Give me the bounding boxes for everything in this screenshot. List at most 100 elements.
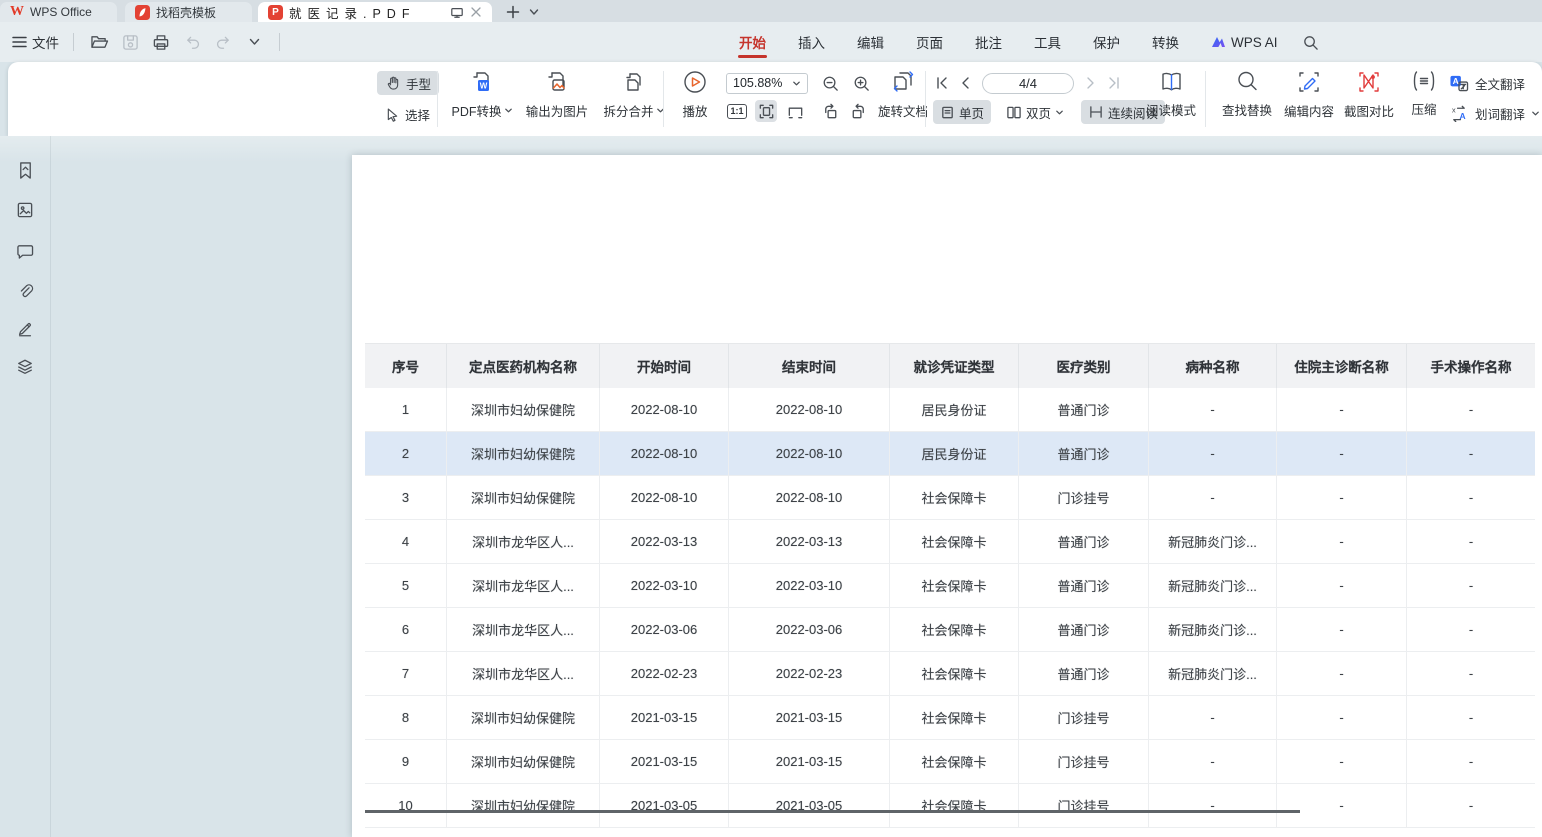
- first-page-icon[interactable]: [933, 72, 951, 94]
- file-menu-button[interactable]: 文件: [12, 32, 59, 52]
- bookmark-panel-icon[interactable]: [12, 157, 38, 183]
- table-cell: 4: [365, 520, 447, 563]
- select-tool-label: 选择: [405, 105, 430, 124]
- word-translate-button[interactable]: x A 划词翻译: [1449, 100, 1540, 126]
- screenshot-compare-label: 截图对比: [1344, 101, 1394, 120]
- read-mode-button[interactable]: 阅读模式: [1142, 62, 1200, 129]
- table-header-cell: 定点医药机构名称: [447, 344, 600, 388]
- menu-item-home[interactable]: 开始: [738, 22, 767, 62]
- table-cell: -: [1407, 564, 1535, 607]
- page-indicator-box[interactable]: 4/4: [982, 73, 1074, 94]
- hand-icon: [385, 75, 401, 91]
- next-page-icon[interactable]: [1082, 72, 1100, 94]
- menu-item-protect[interactable]: 保护: [1092, 22, 1121, 62]
- comment-panel-icon[interactable]: [12, 238, 38, 264]
- full-translate-button[interactable]: A 全文翻译: [1449, 70, 1540, 96]
- edit-content-label: 编辑内容: [1284, 101, 1334, 120]
- zoom-out-icon[interactable]: [819, 72, 841, 94]
- fit-width-button[interactable]: [784, 100, 806, 122]
- zoom-in-icon[interactable]: [850, 72, 872, 94]
- table-cell: 深圳市妇幼保健院: [447, 784, 600, 827]
- print-icon[interactable]: [150, 31, 172, 53]
- table-cell: 门诊挂号: [1019, 696, 1149, 739]
- wps-ai-button[interactable]: WPS AI: [1210, 35, 1278, 50]
- wps-logo-icon: W: [10, 4, 24, 20]
- menu-item-insert[interactable]: 插入: [797, 22, 826, 62]
- menu-item-tools[interactable]: 工具: [1033, 22, 1062, 62]
- select-tool-button[interactable]: 选择: [377, 102, 439, 126]
- table-cell: 2022-08-10: [600, 432, 729, 475]
- compress-icon: [1411, 69, 1437, 93]
- table-cell: 2021-03-15: [729, 696, 890, 739]
- table-row: 5深圳市龙华区人...2022-03-102022-03-10社会保障卡普通门诊…: [365, 564, 1535, 608]
- table-cell: -: [1277, 520, 1407, 563]
- table-row: 6深圳市龙华区人...2022-03-062022-03-06社会保障卡普通门诊…: [365, 608, 1535, 652]
- table-cell: 10: [365, 784, 447, 827]
- close-tab-icon[interactable]: [470, 6, 482, 18]
- compress-button[interactable]: 压缩: [1401, 62, 1447, 129]
- layers-panel-icon[interactable]: [12, 354, 38, 380]
- zoom-level-dropdown[interactable]: 105.88%: [726, 73, 808, 94]
- tab-docer-templates[interactable]: 找稻壳模板: [125, 2, 252, 22]
- double-page-icon: [1006, 105, 1022, 120]
- word-translate-label: 划词翻译: [1475, 104, 1525, 123]
- table-cell: -: [1277, 476, 1407, 519]
- table-cell: 社会保障卡: [890, 564, 1019, 607]
- presentation-monitor-icon[interactable]: [450, 6, 464, 19]
- table-cell: 2021-03-05: [729, 784, 890, 827]
- table-header-cell: 结束时间: [729, 344, 890, 388]
- find-replace-button[interactable]: 查找替换: [1217, 62, 1277, 129]
- tab-document-active[interactable]: P 就医记录.PDF: [258, 2, 492, 22]
- menubar-search-icon[interactable]: [1302, 34, 1319, 51]
- fit-page-button[interactable]: [755, 100, 777, 122]
- undo-icon[interactable]: [181, 31, 203, 53]
- export-image-button[interactable]: 输出为图片: [519, 62, 595, 129]
- open-file-icon[interactable]: [88, 31, 110, 53]
- table-cell: -: [1277, 608, 1407, 651]
- signature-panel-icon[interactable]: [12, 316, 38, 342]
- menu-item-edit[interactable]: 编辑: [856, 22, 885, 62]
- table-cell: 新冠肺炎门诊...: [1149, 608, 1277, 651]
- play-button[interactable]: 播放: [672, 62, 718, 129]
- split-merge-button[interactable]: 拆分合并: [595, 62, 673, 129]
- chevron-down-icon: [1055, 108, 1064, 117]
- rotate-right-icon[interactable]: [847, 100, 869, 122]
- menu-item-page[interactable]: 页面: [915, 22, 944, 62]
- hand-tool-button[interactable]: 手型: [377, 71, 439, 95]
- table-row: 8深圳市妇幼保健院2021-03-152021-03-15社会保障卡门诊挂号--…: [365, 696, 1535, 740]
- previous-page-icon[interactable]: [956, 72, 974, 94]
- table-cell: 2022-03-10: [729, 564, 890, 607]
- pdf-convert-button[interactable]: W PDF转换: [445, 62, 519, 129]
- table-cell: -: [1149, 784, 1277, 827]
- double-page-button[interactable]: 双页: [999, 100, 1071, 124]
- tab-list-chevron-icon[interactable]: [529, 8, 539, 16]
- tab-wps-office[interactable]: W WPS Office: [0, 2, 117, 22]
- single-page-icon: [940, 105, 955, 120]
- table-cell: 2022-08-10: [729, 476, 890, 519]
- screenshot-compare-button[interactable]: 截图对比: [1339, 62, 1399, 129]
- single-page-button[interactable]: 单页: [933, 100, 991, 124]
- table-cell: -: [1149, 696, 1277, 739]
- table-row: 1深圳市妇幼保健院2022-08-102022-08-10居民身份证普通门诊--…: [365, 388, 1535, 432]
- quick-access-chevron-icon[interactable]: [243, 31, 265, 53]
- table-cell: 普通门诊: [1019, 608, 1149, 651]
- divider: [279, 33, 280, 51]
- save-icon[interactable]: [119, 31, 141, 53]
- rotate-document-button[interactable]: 旋转文档: [874, 62, 932, 129]
- last-page-icon[interactable]: [1105, 72, 1123, 94]
- actual-size-button[interactable]: 1:1: [726, 100, 748, 122]
- table-cell: -: [1407, 388, 1535, 431]
- table-header-cell: 就诊凭证类型: [890, 344, 1019, 388]
- edit-content-button[interactable]: 编辑内容: [1279, 62, 1339, 129]
- redo-icon[interactable]: [212, 31, 234, 53]
- attachment-panel-icon[interactable]: [12, 278, 38, 304]
- table-cell: -: [1277, 388, 1407, 431]
- new-tab-icon[interactable]: [506, 5, 520, 19]
- export-image-icon: [544, 69, 570, 95]
- compress-label: 压缩: [1411, 99, 1436, 118]
- thumbnail-panel-icon[interactable]: [12, 197, 38, 223]
- rotate-left-icon[interactable]: [819, 100, 841, 122]
- pdf-convert-icon: W: [469, 69, 495, 95]
- menu-item-comment[interactable]: 批注: [974, 22, 1003, 62]
- menu-item-convert[interactable]: 转换: [1151, 22, 1180, 62]
